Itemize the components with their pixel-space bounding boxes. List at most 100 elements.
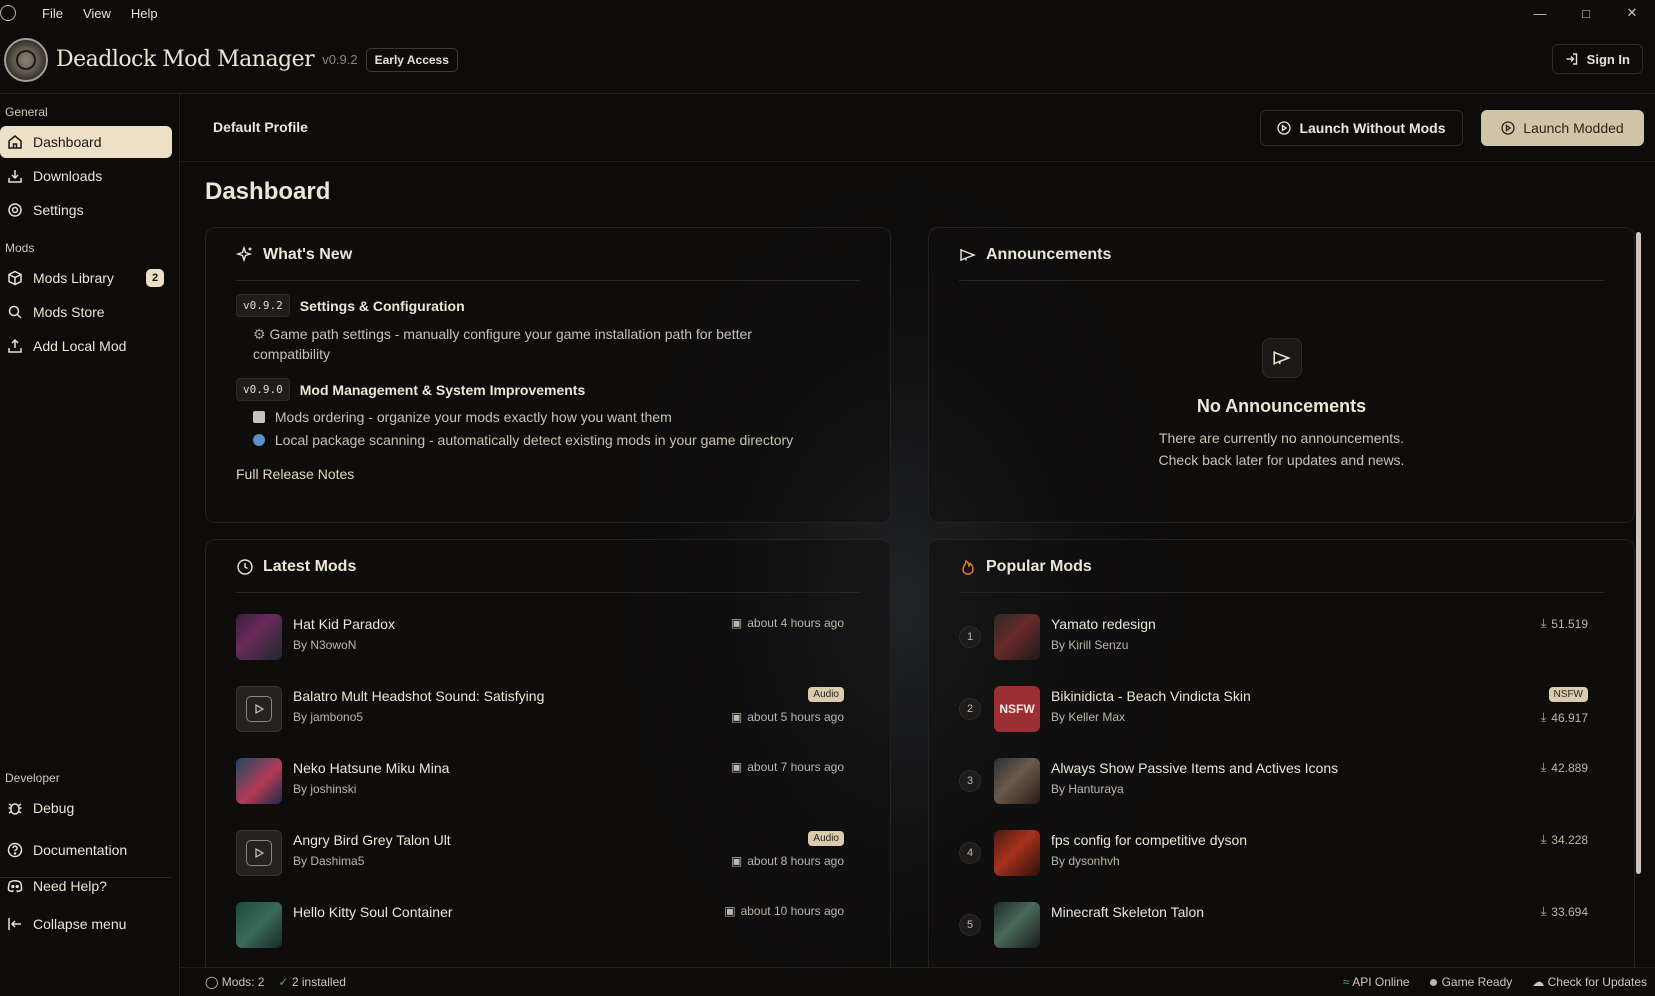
sidebar-item-debug[interactable]: Debug [0, 792, 172, 824]
download-icon: ⤓ [1540, 616, 1547, 630]
maximize-icon[interactable]: □ [1563, 0, 1609, 26]
release-entry: v0.9.0 Mod Management & System Improveme… [236, 378, 585, 401]
audio-thumbnail [236, 686, 282, 732]
play-icon [255, 703, 265, 715]
check-for-updates-button[interactable]: ☁ Check for Updates [1532, 975, 1647, 989]
empty-state-title: No Announcements [1196, 396, 1367, 416]
help-circle-icon [6, 841, 24, 859]
installed-text: 2 installed [291, 975, 346, 989]
card-divider [959, 280, 1604, 281]
sidebar-item-mods-store[interactable]: Mods Store [0, 296, 172, 328]
app-title: Deadlock Mod Manager [56, 47, 315, 72]
flame-icon [962, 559, 974, 575]
window-controls: — □ ✕ [1517, 0, 1655, 26]
latest-mod-row[interactable]: Angry Bird Grey Talon Ult By Dashima5 Au… [236, 824, 860, 880]
check-circle-icon: ✓ [278, 975, 289, 989]
popular-mod-row[interactable]: 5 Minecraft Skeleton Talon ⤓ 33.694 [959, 896, 1604, 952]
sign-in-button[interactable]: Sign In [1551, 44, 1643, 74]
whats-new-title-text: What's New [263, 246, 353, 263]
mod-downloads-text: 34.228 [1551, 832, 1588, 847]
mod-thumbnail [994, 902, 1040, 948]
mod-downloads: ⤓ 51.519 [1541, 616, 1588, 631]
sidebar-item-dashboard[interactable]: Dashboard [0, 126, 172, 158]
gear-icon [6, 201, 24, 219]
mod-thumbnail [994, 830, 1040, 876]
mod-thumbnail [236, 614, 282, 660]
menu-help[interactable]: Help [121, 6, 168, 21]
clock-icon [237, 559, 253, 575]
sidebar-item-label: Documentation [33, 842, 128, 858]
sidebar-item-settings[interactable]: Settings [0, 194, 172, 226]
mod-time: ▣ about 4 hours ago [731, 616, 844, 630]
popular-mod-row[interactable]: 2 NSFW Bikinidicta - Beach Vindicta Skin… [959, 680, 1604, 736]
card-divider [959, 592, 1604, 593]
calendar-icon: ▣ [730, 616, 743, 630]
content-scrollbar[interactable] [1635, 222, 1642, 962]
mod-author: By Hanturaya [1051, 782, 1124, 796]
menu-file[interactable]: File [32, 6, 73, 21]
sidebar-item-downloads[interactable]: Downloads [0, 160, 172, 192]
launch-modded-button[interactable]: Launch Modded [1481, 110, 1644, 146]
rank-badge: 1 [959, 626, 981, 648]
mod-time-text: about 8 hours ago [747, 854, 844, 868]
mod-time-text: about 7 hours ago [747, 760, 844, 774]
latest-mods-title: Latest Mods [236, 558, 356, 576]
empty-state-line: There are currently no announcements. [1158, 430, 1405, 446]
bug-icon [6, 799, 24, 817]
minimize-icon[interactable]: — [1517, 0, 1563, 26]
launch-without-mods-button[interactable]: Launch Without Mods [1260, 110, 1463, 146]
sidebar-item-need-help[interactable]: Need Help? [0, 870, 172, 902]
collapse-icon [6, 915, 24, 933]
discord-icon [6, 877, 24, 895]
download-icon: ⤓ [1540, 832, 1547, 846]
sign-in-icon [1566, 53, 1577, 65]
mod-time-text: about 5 hours ago [747, 710, 844, 724]
sidebar-item-documentation[interactable]: Documentation [0, 834, 172, 866]
app-icon [0, 5, 16, 21]
empty-state-text: There are currently no announcements. Ch… [929, 427, 1634, 471]
mod-author: By dysonhvh [1051, 854, 1120, 868]
latest-mod-row[interactable]: Hat Kid Paradox By N3owoN ▣ about 4 hours… [236, 608, 860, 664]
popular-mod-row[interactable]: 1 Yamato redesign By Kirill Senzu ⤓ 51.51… [959, 608, 1604, 664]
rank-badge: 5 [959, 914, 981, 936]
sidebar-item-label: Downloads [33, 168, 103, 184]
scrollbar-thumb[interactable] [1636, 232, 1641, 874]
sidebar-item-add-local-mod[interactable]: Add Local Mod [0, 330, 172, 362]
mods-library-count-badge: 2 [146, 269, 164, 287]
mod-downloads: ⤓ 34.228 [1541, 832, 1588, 847]
latest-mod-row[interactable]: Neko Hatsune Miku Mina By joshinski ▣ abo… [236, 752, 860, 808]
mod-thumbnail [994, 758, 1040, 804]
release-entry: v0.9.2 Settings & Configuration [236, 294, 465, 317]
api-status: ≈ API Online [1343, 975, 1410, 989]
launch-without-mods-label: Launch Without Mods [1299, 120, 1446, 136]
mod-time: ▣ about 10 hours ago [724, 904, 844, 918]
sidebar-item-label: Dashboard [33, 134, 102, 150]
profile-selector[interactable]: Default Profile [213, 119, 308, 135]
sidebar-item-collapse-menu[interactable]: Collapse menu [0, 908, 172, 940]
full-release-notes-link[interactable]: Full Release Notes [236, 466, 354, 482]
package-icon [6, 269, 24, 287]
sidebar-item-mods-library[interactable]: Mods Library 2 [0, 262, 172, 294]
page-title: Dashboard [205, 178, 331, 205]
release-item-text: Game path settings - manually configure … [253, 326, 752, 362]
cloud-icon: ☁ [1532, 975, 1545, 989]
mod-name: Always Show Passive Items and Actives Ic… [1051, 760, 1339, 776]
whats-new-card: What's New v0.9.2 Settings & Configurati… [205, 227, 891, 523]
gear-emoji-icon: ⚙ [253, 326, 266, 342]
card-divider [236, 280, 860, 281]
download-icon: ⤓ [1540, 904, 1547, 918]
latest-mod-row[interactable]: Balatro Mult Headshot Sound: Satisfying … [236, 680, 860, 736]
popular-mods-title-text: Popular Mods [986, 558, 1092, 575]
close-icon[interactable]: ✕ [1609, 0, 1655, 26]
megaphone-icon [960, 249, 976, 261]
popular-mods-card: Popular Mods 1 Yamato redesign By Kirill… [928, 539, 1635, 967]
popular-mod-row[interactable]: 3 Always Show Passive Items and Actives … [959, 752, 1604, 808]
version-tag: v0.9.2 [236, 294, 290, 317]
popular-mod-row[interactable]: 4 fps config for competitive dyson By dy… [959, 824, 1604, 880]
play-icon [255, 847, 265, 859]
menu-view[interactable]: View [73, 6, 121, 21]
latest-mod-row[interactable]: Hello Kitty Soul Container ▣ about 10 hou… [236, 896, 860, 952]
sidebar-item-label: Add Local Mod [33, 338, 127, 354]
installed-status: ✓ 2 installed [278, 975, 345, 989]
sidebar-section-mods: Mods [5, 241, 35, 255]
